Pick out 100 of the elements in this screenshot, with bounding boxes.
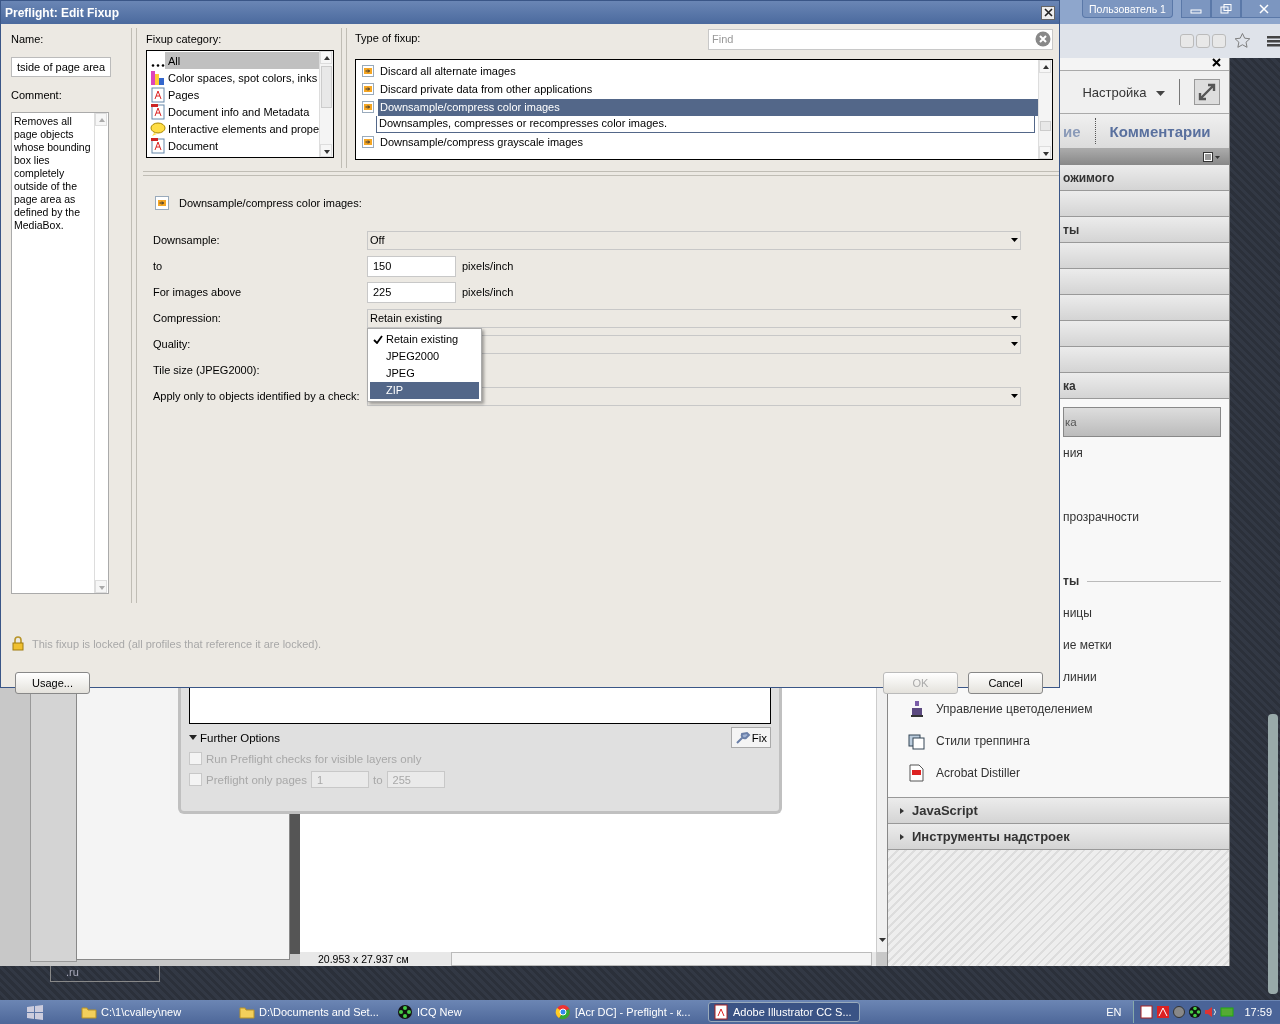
unit-label: pixels/inch — [462, 286, 514, 298]
dialog-button[interactable]: Usage... — [15, 672, 90, 694]
caret-icon — [1156, 90, 1165, 97]
speaker-icon[interactable] — [1204, 1005, 1219, 1019]
name-label: Name: — [11, 33, 45, 47]
expand-icon[interactable] — [1194, 79, 1220, 105]
tool-item[interactable]: ницы — [1063, 606, 1092, 620]
speech-bubble-icon — [150, 121, 166, 136]
number-field[interactable]: 225 — [367, 281, 456, 303]
field-label: Compression: — [153, 312, 222, 324]
taskbar-button[interactable]: Adobe Illustrator CC S... — [708, 1002, 860, 1022]
tool-item[interactable]: линии — [1063, 670, 1097, 684]
lock-icon — [12, 636, 24, 651]
dialog-button[interactable]: Cancel — [968, 672, 1043, 694]
close-button[interactable] — [1041, 5, 1055, 20]
category-item[interactable]: Color spaces, spot colors, inks — [147, 69, 319, 86]
fixup-icon — [362, 83, 374, 95]
tool-item[interactable]: Управление цветоделением — [936, 702, 1093, 716]
field-label: to — [153, 260, 164, 272]
minimize-button[interactable] — [1180, 0, 1211, 18]
category-label: Fixup category: — [146, 33, 223, 47]
field-label: For images above — [153, 286, 243, 298]
document-icon[interactable] — [1156, 1005, 1171, 1019]
field-label: Quality: — [153, 338, 192, 350]
scrollbar[interactable] — [1268, 714, 1278, 994]
star-icon[interactable] — [1234, 32, 1251, 50]
tool-item[interactable]: ния — [1063, 446, 1083, 460]
scroll-down-arrow-icon[interactable] — [878, 935, 887, 944]
scrollbar[interactable] — [319, 51, 333, 157]
color-swatch-icon — [150, 69, 166, 86]
tool-item[interactable]: Стили треппинга — [936, 734, 1030, 748]
tool-item[interactable]: Acrobat Distiller — [936, 766, 1021, 780]
scrollbar[interactable] — [1038, 60, 1052, 159]
name-field[interactable]: tside of page area — [11, 57, 111, 77]
section-title: Downsample/compress color images: — [179, 197, 362, 209]
clear-icon[interactable] — [1035, 30, 1051, 47]
menu-item[interactable]: Retain existing — [370, 330, 479, 348]
document-icon[interactable] — [1140, 1005, 1155, 1019]
fixup-icon — [362, 101, 374, 113]
menu-item[interactable]: ZIP — [370, 381, 479, 399]
maximize-button[interactable] — [1210, 0, 1241, 18]
taskbar-button[interactable]: C:\1\cvalley\new — [76, 1002, 228, 1022]
browser-icon — [555, 1004, 571, 1020]
checkmark-icon — [373, 334, 383, 344]
menu-item[interactable]: JPEG2000 — [370, 347, 479, 365]
tool-item[interactable]: прозрачности — [1063, 510, 1140, 524]
category-item[interactable]: Document info and Metadata — [147, 103, 319, 120]
search-field[interactable]: Find — [708, 28, 1053, 50]
fixup-type-item[interactable]: Discard private data from other applications — [378, 80, 1038, 98]
layers-icon — [908, 732, 926, 750]
list-menu-icon[interactable] — [1203, 152, 1221, 162]
start-icon[interactable] — [26, 1004, 44, 1020]
taskbar-button[interactable]: ICQ New — [392, 1002, 544, 1022]
category-item[interactable]: Interactive elements and prope — [147, 120, 319, 137]
comment-field[interactable]: Removes all page objects whose bounding box lies completely outside of the page area as defined by the MediaBox. — [11, 112, 109, 594]
taskbar-button[interactable]: D:\Documents and Set... — [234, 1002, 386, 1022]
flower-icon — [397, 1004, 413, 1020]
fixup-type-item[interactable]: Discard all alternate images — [378, 62, 1038, 80]
desktop-label: .ru — [66, 966, 79, 978]
window-title: Preflight: Edit Fixup — [5, 5, 119, 20]
menu-icon[interactable] — [1266, 34, 1280, 48]
lock-note: This fixup is locked (all profiles that reference it are locked). — [32, 637, 322, 650]
folder-icon — [81, 1005, 97, 1019]
customize-dropdown[interactable]: Настройка — [1082, 84, 1165, 100]
fixup-type-item[interactable]: Downsample/compress grayscale images — [378, 133, 1038, 151]
dropdown[interactable]: Retain existing — [367, 308, 1021, 328]
taskbar-button[interactable]: [Acr DC] - Preflight - к... — [550, 1002, 702, 1022]
dots-icon — [151, 63, 165, 67]
category-item[interactable]: Pages — [147, 86, 319, 103]
number-field[interactable]: 150 — [367, 255, 456, 277]
flower-icon[interactable] — [1188, 1005, 1203, 1019]
fixup-icon — [362, 65, 374, 77]
restore-icon — [1219, 3, 1232, 14]
type-label: Type of fixup: — [355, 32, 421, 46]
scrollbar-thumb[interactable] — [1040, 121, 1051, 131]
tool-item[interactable]: ие метки — [1063, 638, 1112, 652]
tool-subheading: ты — [1063, 574, 1080, 588]
field-label: Downsample: — [153, 234, 221, 246]
field-label: Tile size (JPEG2000): — [153, 364, 261, 376]
menu-item[interactable]: JPEG — [370, 364, 479, 382]
tool-section-header[interactable]: JavaScript — [888, 797, 1229, 823]
horizontal-scrollbar[interactable] — [451, 952, 872, 966]
ink-bottle-icon — [908, 700, 926, 718]
dropdown[interactable]: Off — [367, 230, 1021, 250]
document-icon — [150, 103, 166, 120]
further-options-toggle[interactable]: Further Options — [189, 731, 280, 744]
category-item[interactable]: Document — [147, 137, 319, 154]
document-icon — [150, 137, 166, 154]
document-icon — [713, 1004, 729, 1020]
fix-button[interactable]: Fix — [730, 727, 771, 748]
field-label: Apply only to objects identified by a check: — [153, 390, 361, 402]
tool-button[interactable]: ка — [1063, 406, 1221, 437]
panel-tab[interactable]: Комментарии — [1109, 122, 1211, 140]
clock: 17:59 — [1244, 1006, 1272, 1018]
language-indicator[interactable]: EN — [1106, 1006, 1122, 1018]
unit-label: pixels/inch — [462, 260, 514, 272]
fixup-type-item[interactable]: Downsample/compress color images — [378, 98, 1038, 116]
scrollbar-thumb[interactable] — [321, 66, 332, 108]
comment-label: Comment: — [11, 89, 63, 103]
tool-section-header[interactable]: Инструменты надстроек — [888, 823, 1229, 849]
